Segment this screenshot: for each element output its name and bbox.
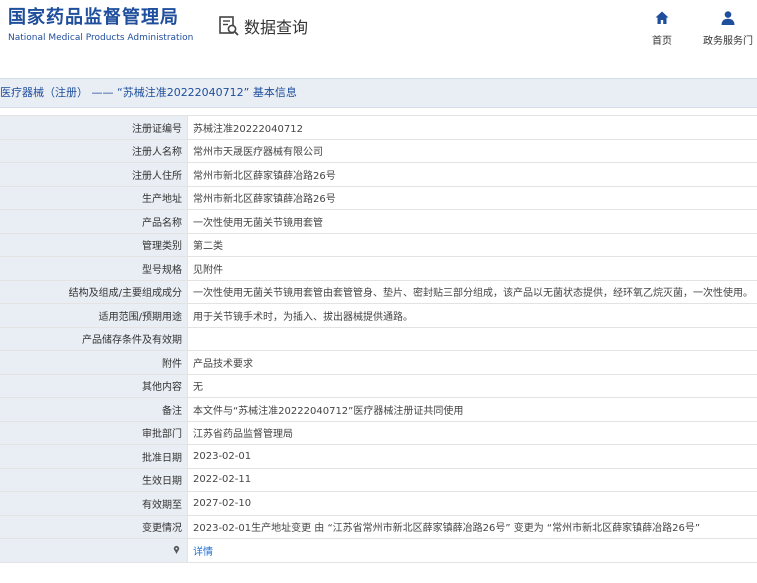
site-name-cn: 国家药品监督管理局	[8, 7, 179, 28]
row-value: 见附件	[187, 256, 757, 281]
header-gap	[0, 60, 757, 78]
row-value: 常州市天晟医疗器械有限公司	[187, 139, 757, 163]
row-value: 常州市新北区薛家镇薛冶路26号	[187, 162, 757, 187]
table-row: 生产地址 常州市新北区薛家镇薛冶路26号	[0, 186, 757, 210]
row-value: 江苏省药品监督管理局	[187, 421, 757, 445]
row-value: 第二类	[187, 233, 757, 257]
detail-label	[0, 538, 188, 563]
info-table-body: 注册证编号 苏械注准20222040712 注册人名称 常州市天晟医疗器械有限公司 注册…	[0, 115, 757, 563]
table-row: 适用范围/预期用途 用于关节镜手术时，为插入、拔出器械提供通路。	[0, 303, 757, 328]
nav-gov-services[interactable]: 政务服务门	[703, 10, 753, 47]
home-icon	[655, 11, 669, 24]
table-row: 审批部门 江苏省药品监督管理局	[0, 421, 757, 445]
row-label: 生产地址	[0, 186, 188, 210]
table-row: 批准日期 2023-02-01	[0, 444, 757, 469]
row-label: 变更情况	[0, 515, 188, 539]
table-row-detail: 详情	[0, 538, 757, 563]
table-row: 结构及组成/主要组成成分 一次性使用无菌关节镜用套管由套管管身、垫片、密封贴三部分…	[0, 280, 757, 304]
detail-value: 详情	[187, 538, 757, 563]
table-row: 注册人名称 常州市天晟医疗器械有限公司	[0, 139, 757, 163]
table-row: 管理类别 第二类	[0, 233, 757, 257]
row-value: 苏械注准20222040712	[187, 115, 757, 140]
row-value: 2022-02-11	[187, 468, 757, 492]
detail-link[interactable]: 详情	[193, 547, 213, 558]
table-row: 型号规格 见附件	[0, 256, 757, 281]
nav-home-label: 首页	[652, 36, 672, 47]
table-row: 产品名称 一次性使用无菌关节镜用套管	[0, 209, 757, 234]
row-label: 有效期至	[0, 491, 188, 516]
row-value: 2023-02-01生产地址变更 由 “江苏省常州市新北区薛家镇薛冶路26号” …	[187, 515, 757, 539]
row-value: 产品技术要求	[187, 350, 757, 375]
row-label: 产品储存条件及有效期	[0, 327, 188, 351]
row-label: 批准日期	[0, 444, 188, 469]
row-value: 2023-02-01	[187, 444, 757, 469]
table-row: 有效期至 2027-02-10	[0, 491, 757, 516]
pin-icon	[173, 546, 180, 555]
nav-gov-label: 政务服务门	[703, 36, 753, 47]
site-header: 国家药品监督管理局 National Medical Products Admi…	[0, 0, 757, 60]
table-row: 备注 本文件与“苏械注准20222040712”医疗器械注册证共同使用	[0, 397, 757, 422]
table-row: 产品储存条件及有效期	[0, 327, 757, 351]
row-label: 其他内容	[0, 374, 188, 398]
nav-home[interactable]: 首页	[652, 10, 672, 47]
row-value: 用于关节镜手术时，为插入、拔出器械提供通路。	[187, 303, 757, 328]
title-spacer	[0, 108, 757, 115]
document-search-icon	[219, 16, 239, 36]
row-value: 本文件与“苏械注准20222040712”医疗器械注册证共同使用	[187, 397, 757, 422]
site-name-en: National Medical Products Administration	[8, 33, 194, 43]
row-label: 型号规格	[0, 256, 188, 281]
row-value: 2027-02-10	[187, 491, 757, 516]
table-row: 变更情况 2023-02-01生产地址变更 由 “江苏省常州市新北区薛家镇薛冶路2…	[0, 515, 757, 539]
row-label: 注册人住所	[0, 162, 188, 187]
table-row: 附件 产品技术要求	[0, 350, 757, 375]
row-label: 审批部门	[0, 421, 188, 445]
table-row: 其他内容无	[0, 374, 757, 398]
row-value: 无	[187, 374, 757, 398]
row-value: 一次性使用无菌关节镜用套管由套管管身、垫片、密封贴三部分组成，该产品以无菌状态提…	[187, 280, 757, 304]
table-row: 注册人住所 常州市新北区薛家镇薛冶路26号	[0, 162, 757, 187]
row-label: 注册证编号	[0, 115, 188, 140]
row-label: 产品名称	[0, 209, 188, 234]
row-label: 生效日期	[0, 468, 188, 492]
data-query-label: 数据查询	[244, 18, 309, 37]
row-label: 附件	[0, 350, 188, 375]
table-row: 生效日期 2022-02-11	[0, 468, 757, 492]
row-label: 备注	[0, 397, 188, 422]
row-label: 管理类别	[0, 233, 188, 257]
row-label: 注册人名称	[0, 139, 188, 163]
row-label: 结构及组成/主要组成成分	[0, 280, 188, 304]
site-logo[interactable]: 国家药品监督管理局 National Medical Products Admi…	[8, 7, 193, 43]
data-query-heading: 数据查询	[218, 14, 308, 38]
user-icon	[721, 11, 735, 25]
info-table: 注册证编号 苏械注准20222040712 注册人名称 常州市天晟医疗器械有限公司 注册…	[0, 115, 757, 563]
table-row: 注册证编号 苏械注准20222040712	[0, 115, 757, 140]
page-title: 医疗器械（注册） —— “苏械注准20222040712” 基本信息	[0, 78, 757, 108]
row-value: 常州市新北区薛家镇薛冶路26号	[187, 186, 757, 210]
row-value: 一次性使用无菌关节镜用套管	[187, 209, 757, 234]
row-label: 适用范围/预期用途	[0, 303, 188, 328]
row-value	[187, 327, 757, 351]
